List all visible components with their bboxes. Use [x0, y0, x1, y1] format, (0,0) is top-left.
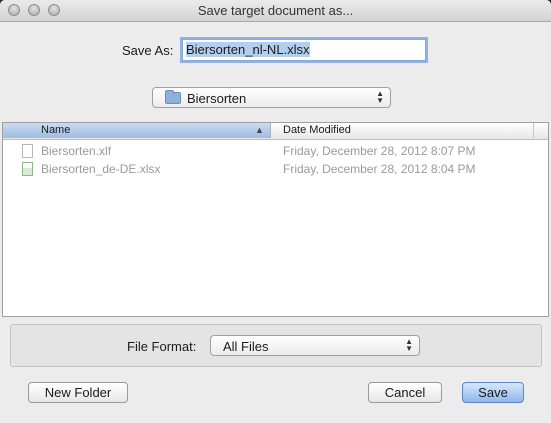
filename-text: Biersorten_nl-NL.xlsx [186, 42, 310, 57]
date-modified-column-header[interactable]: Date Modified [283, 124, 351, 136]
file-browser[interactable]: Name ▲ Date Modified Biersorten.xlf Frid… [2, 122, 549, 317]
file-row[interactable]: Biersorten.xlf Friday, December 28, 2012… [3, 142, 548, 160]
column-divider [533, 123, 534, 138]
popup-arrows-icon: ▲ ▼ [405, 337, 413, 353]
location-popup[interactable]: Biersorten ▲ ▼ [152, 87, 391, 108]
spreadsheet-icon [22, 162, 33, 176]
file-date: Friday, December 28, 2012 8:04 PM [283, 162, 476, 176]
column-header: Name ▲ Date Modified [3, 123, 548, 140]
window-title: Save target document as... [197, 3, 354, 18]
file-format-popup[interactable]: All Files ▲ ▼ [210, 335, 420, 356]
save-button[interactable]: Save [462, 382, 524, 403]
file-row[interactable]: Biersorten_de-DE.xlsx Friday, December 2… [3, 160, 548, 178]
filename-input[interactable]: Biersorten_nl-NL.xlsx [182, 39, 426, 61]
title-bar: Save target document as... [0, 0, 551, 22]
save-as-label: Save As: [122, 43, 174, 58]
sort-ascending-icon: ▲ [255, 125, 264, 135]
save-dialog: Save target document as... Save As: Bier… [0, 0, 551, 423]
file-name: Biersorten_de-DE.xlsx [41, 162, 161, 176]
name-column-header[interactable]: Name ▲ [3, 123, 271, 138]
file-format-value: All Files [223, 339, 269, 354]
file-format-label: File Format: [127, 339, 197, 354]
popup-arrows-icon: ▲ ▼ [376, 89, 384, 105]
folder-icon [165, 90, 181, 104]
cancel-button[interactable]: Cancel [368, 382, 442, 403]
location-folder-name: Biersorten [187, 91, 247, 106]
new-folder-button[interactable]: New Folder [28, 382, 128, 403]
name-column-label: Name [41, 124, 71, 136]
document-icon [22, 144, 33, 158]
file-name: Biersorten.xlf [41, 144, 112, 158]
file-format-panel: File Format: All Files ▲ ▼ [10, 324, 542, 367]
file-date: Friday, December 28, 2012 8:07 PM [283, 144, 476, 158]
